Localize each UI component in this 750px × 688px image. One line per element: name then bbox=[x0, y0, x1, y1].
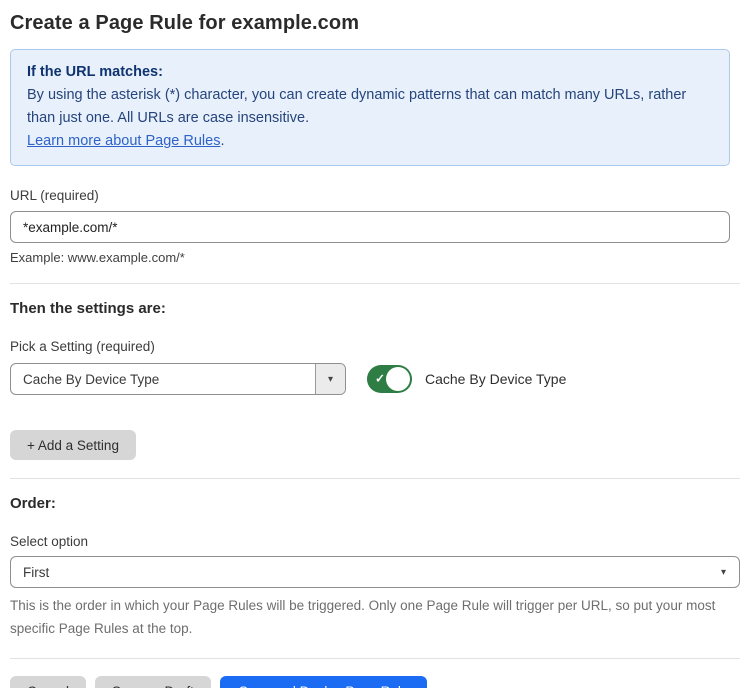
order-section-heading: Order: bbox=[10, 495, 730, 512]
section-divider bbox=[10, 283, 740, 284]
setting-select[interactable]: Cache By Device Type ▾ bbox=[10, 363, 346, 395]
order-select-label: Select option bbox=[10, 534, 730, 549]
chevron-down-icon: ▾ bbox=[721, 567, 739, 578]
footer-divider bbox=[10, 658, 740, 659]
info-box-link-line: Learn more about Page Rules. bbox=[27, 130, 713, 153]
link-suffix: . bbox=[220, 133, 224, 149]
info-box-body: By using the asterisk (*) character, you… bbox=[27, 84, 713, 130]
cache-by-device-type-toggle[interactable]: ✓ bbox=[367, 365, 412, 393]
order-select[interactable]: First ▾ bbox=[10, 556, 740, 588]
save-as-draft-button[interactable]: Save as Draft bbox=[95, 676, 211, 688]
footer-actions: Cancel Save as Draft Save and Deploy Pag… bbox=[10, 676, 730, 688]
order-description: This is the order in which your Page Rul… bbox=[10, 594, 730, 640]
check-icon: ✓ bbox=[375, 372, 385, 386]
setting-row: Cache By Device Type ▾ ✓ Cache By Device… bbox=[10, 363, 730, 395]
cancel-button[interactable]: Cancel bbox=[10, 676, 86, 688]
setting-toggle-label: Cache By Device Type bbox=[425, 371, 566, 387]
section-divider bbox=[10, 478, 740, 479]
url-example-text: Example: www.example.com/* bbox=[10, 250, 730, 265]
settings-section-heading: Then the settings are: bbox=[10, 300, 730, 317]
save-and-deploy-button[interactable]: Save and Deploy Page Rule bbox=[220, 676, 428, 688]
url-input[interactable] bbox=[10, 211, 730, 243]
chevron-down-icon[interactable]: ▾ bbox=[315, 364, 345, 394]
add-setting-button[interactable]: + Add a Setting bbox=[10, 430, 136, 460]
setting-select-value: Cache By Device Type bbox=[11, 372, 159, 387]
pick-setting-label: Pick a Setting (required) bbox=[10, 339, 730, 354]
create-page-rule-form: Create a Page Rule for example.com If th… bbox=[0, 0, 742, 688]
order-select-value: First bbox=[11, 565, 49, 580]
toggle-knob bbox=[386, 367, 410, 391]
url-match-info-box: If the URL matches: By using the asteris… bbox=[10, 49, 730, 166]
page-title: Create a Page Rule for example.com bbox=[10, 12, 730, 35]
url-field-label: URL (required) bbox=[10, 188, 730, 203]
learn-more-page-rules-link[interactable]: Learn more about Page Rules bbox=[27, 133, 220, 149]
info-box-heading: If the URL matches: bbox=[27, 61, 713, 84]
